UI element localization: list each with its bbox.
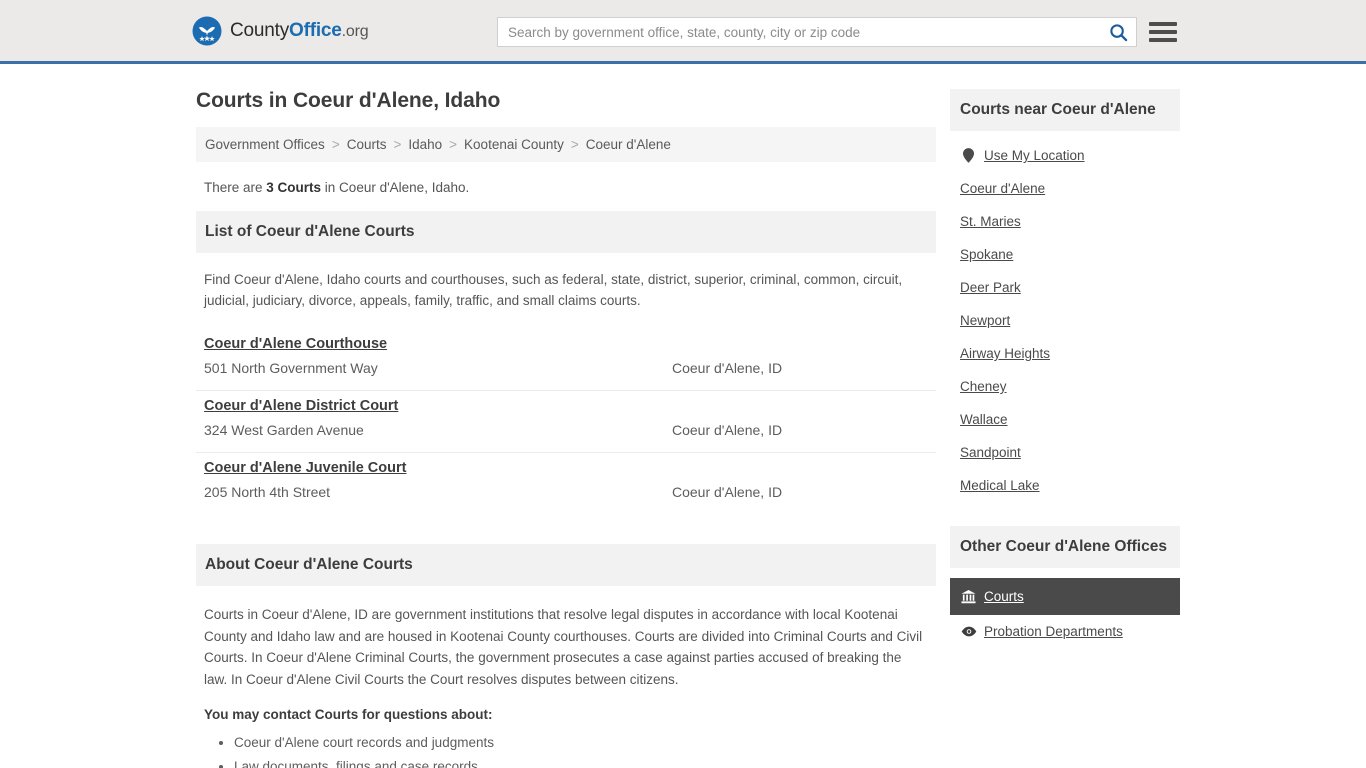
court-city: Coeur d'Alene, ID — [672, 360, 783, 376]
court-name-link[interactable]: Coeur d'Alene District Court — [204, 398, 398, 414]
other-offices-links: Courts Probation Departments — [950, 568, 1180, 652]
table-row: Coeur d'Alene Courthouse 501 North Gover… — [196, 329, 936, 391]
list-item: Coeur d'Alene court records and judgment… — [234, 734, 936, 751]
breadcrumb-separator-0: > — [331, 137, 340, 152]
breadcrumb: Government Offices > Courts > Idaho > Ko… — [196, 127, 936, 162]
brand-part-office: Office — [289, 19, 342, 41]
main-content: Courts in Coeur d'Alene, Idaho Governmen… — [196, 64, 936, 768]
page-title: Courts in Coeur d'Alene, Idaho — [196, 89, 501, 112]
sidebar-item-courts[interactable]: Courts — [950, 578, 1180, 615]
court-city: Coeur d'Alene, ID — [672, 422, 783, 438]
court-detail: 501 North Government Way Coeur d'Alene, … — [204, 360, 928, 376]
court-address: 205 North 4th Street — [204, 484, 331, 500]
sidebar-item-label: Newport — [960, 313, 1011, 328]
nearby-courts-panel: Courts near Coeur d'Alene Use My Locatio… — [950, 89, 1180, 506]
search-button[interactable] — [1100, 18, 1136, 46]
search-input[interactable] — [498, 18, 1100, 46]
brand-part-county: County — [230, 19, 290, 41]
sidebar-item-label: Probation Departments — [984, 624, 1123, 639]
sidebar-item-label: Wallace — [960, 412, 1008, 427]
nearby-courts-links: Use My Location Coeur d'Alene St. Maries… — [950, 131, 1180, 506]
count-prefix: There are — [204, 180, 267, 195]
sidebar-item-label: Courts — [984, 589, 1024, 604]
eagle-stars-logo — [192, 16, 222, 45]
about-heading: About Coeur d'Alene Courts — [196, 544, 936, 586]
court-list: Coeur d'Alene Courthouse 501 North Gover… — [196, 329, 936, 514]
breadcrumb-item-4[interactable]: Coeur d'Alene — [586, 137, 671, 152]
sidebar-item-probation-departments[interactable]: Probation Departments — [950, 615, 1180, 648]
site-logo-link[interactable]: CountyOffice.org — [192, 16, 369, 46]
sidebar-item-label: Medical Lake — [960, 478, 1040, 493]
courthouse-icon — [960, 589, 977, 604]
count-suffix: in Coeur d'Alene, Idaho. — [321, 180, 470, 195]
sidebar-item-label: Cheney — [960, 379, 1007, 394]
court-address: 324 West Garden Avenue — [204, 422, 364, 438]
sidebar-item-label: Coeur d'Alene — [960, 181, 1046, 196]
count-value: 3 Courts — [266, 180, 322, 195]
search-bar[interactable] — [497, 17, 1137, 47]
court-name-link[interactable]: Coeur d'Alene Juvenile Court — [204, 460, 406, 476]
contact-lead: You may contact Courts for questions abo… — [204, 707, 493, 722]
table-row: Coeur d'Alene District Court 324 West Ga… — [196, 391, 936, 453]
sidebar-item-airway-heights[interactable]: Airway Heights — [950, 337, 1180, 370]
map-pin-icon — [960, 148, 977, 163]
results-count-line: There are 3 Courts in Coeur d'Alene, Ida… — [196, 162, 936, 211]
sidebar-item-wallace[interactable]: Wallace — [950, 403, 1180, 436]
list-item: Law documents, filings and case records — [234, 758, 936, 768]
sidebar-item-cheney[interactable]: Cheney — [950, 370, 1180, 403]
other-offices-heading: Other Coeur d'Alene Offices — [950, 526, 1180, 568]
sidebar-item-medical-lake[interactable]: Medical Lake — [950, 469, 1180, 502]
table-row: Coeur d'Alene Juvenile Court 205 North 4… — [196, 453, 936, 514]
court-city: Coeur d'Alene, ID — [672, 484, 783, 500]
page-container: Courts in Coeur d'Alene, Idaho Governmen… — [0, 64, 1366, 768]
court-detail: 205 North 4th Street Coeur d'Alene, ID — [204, 484, 928, 500]
menu-bar-1 — [1149, 22, 1177, 26]
about-section: About Coeur d'Alene Courts Courts in Coe… — [196, 544, 936, 768]
court-name-link[interactable]: Coeur d'Alene Courthouse — [204, 336, 387, 352]
court-list-description: Find Coeur d'Alene, Idaho courts and cou… — [204, 272, 903, 308]
menu-bar-2 — [1149, 30, 1177, 34]
contact-topics-list: Coeur d'Alene court records and judgment… — [196, 722, 936, 768]
court-list-heading: List of Coeur d'Alene Courts — [196, 211, 936, 253]
breadcrumb-item-0[interactable]: Government Offices — [205, 137, 325, 152]
sidebar-item-st-maries[interactable]: St. Maries — [950, 205, 1180, 238]
sidebar-item-newport[interactable]: Newport — [950, 304, 1180, 337]
sidebar-item-label: Spokane — [960, 247, 1014, 262]
breadcrumb-item-2[interactable]: Idaho — [408, 137, 442, 152]
sidebar-item-sandpoint[interactable]: Sandpoint — [950, 436, 1180, 469]
court-address: 501 North Government Way — [204, 360, 378, 376]
eye-icon — [960, 626, 977, 637]
other-offices-panel: Other Coeur d'Alene Offices Courts Proba… — [950, 526, 1180, 652]
breadcrumb-separator-1: > — [393, 137, 402, 152]
breadcrumb-separator-2: > — [449, 137, 458, 152]
sidebar-item-use-my-location[interactable]: Use My Location — [950, 139, 1180, 172]
menu-bar-3 — [1149, 38, 1177, 42]
breadcrumb-item-1[interactable]: Courts — [347, 137, 387, 152]
breadcrumb-item-3[interactable]: Kootenai County — [464, 137, 564, 152]
site-logo-text: CountyOffice.org — [230, 19, 369, 42]
hamburger-menu-icon[interactable] — [1149, 19, 1177, 45]
sidebar-item-deer-park[interactable]: Deer Park — [950, 271, 1180, 304]
search-icon — [1109, 23, 1127, 41]
sidebar: Courts near Coeur d'Alene Use My Locatio… — [950, 89, 1180, 652]
site-header: CountyOffice.org — [0, 0, 1366, 64]
nearby-courts-heading: Courts near Coeur d'Alene — [950, 89, 1180, 131]
sidebar-item-label: Airway Heights — [960, 346, 1051, 361]
about-paragraph: Courts in Coeur d'Alene, ID are governme… — [204, 607, 923, 687]
sidebar-item-label: Sandpoint — [960, 445, 1021, 460]
sidebar-item-label: St. Maries — [960, 214, 1021, 229]
sidebar-item-coeur-dalene[interactable]: Coeur d'Alene — [950, 172, 1180, 205]
sidebar-item-spokane[interactable]: Spokane — [950, 238, 1180, 271]
sidebar-item-label: Use My Location — [984, 148, 1085, 163]
brand-part-org: .org — [341, 22, 369, 40]
sidebar-item-label: Deer Park — [960, 280, 1021, 295]
breadcrumb-separator-3: > — [570, 137, 579, 152]
court-list-section: List of Coeur d'Alene Courts Find Coeur … — [196, 211, 936, 514]
court-detail: 324 West Garden Avenue Coeur d'Alene, ID — [204, 422, 928, 438]
